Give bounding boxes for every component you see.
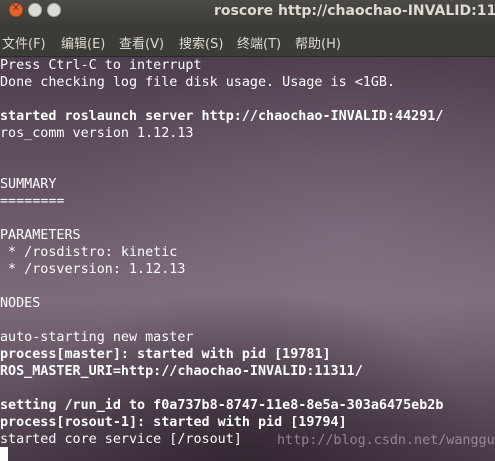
terminal-line: ========	[0, 194, 65, 209]
menu-edit[interactable]: 编辑(E)	[61, 33, 105, 52]
terminal-window: ✕ roscore http://chaochao-INVALID:11311/…	[0, 0, 495, 461]
terminal-line: * /rosversion: 1.12.13	[0, 262, 186, 277]
close-icon: ✕	[11, 3, 21, 14]
maximize-button[interactable]	[47, 3, 61, 17]
terminal-line: process[rosout-1]: started with pid [197…	[0, 415, 347, 430]
watermark: http://blog.csdn.net/wangguchao	[277, 433, 495, 448]
terminal-line: NODES	[0, 296, 41, 311]
title-bar[interactable]: ✕ roscore http://chaochao-INVALID:11311/	[0, 0, 495, 25]
menu-bar: 文件(F) 编辑(E) 查看(V) 搜索(S) 终端(T) 帮助(H)	[0, 25, 495, 57]
terminal-line: auto-starting new master	[0, 330, 194, 345]
terminal-line: SUMMARY	[0, 177, 57, 192]
terminal-line: Done checking log file disk usage. Usage…	[0, 75, 396, 90]
terminal-line: * /rosdistro: kinetic	[0, 245, 178, 260]
menu-help[interactable]: 帮助(H)	[295, 33, 341, 52]
terminal-line: started roslaunch server http://chaochao…	[0, 109, 444, 124]
terminal-line: ros_comm version 1.12.13	[0, 126, 194, 141]
terminal-line: started core service [/rosout]	[0, 432, 242, 447]
terminal-line: PARAMETERS	[0, 228, 81, 243]
terminal-line: process[master]: started with pid [19781…	[0, 347, 331, 362]
menu-view[interactable]: 查看(V)	[119, 33, 164, 52]
menu-file[interactable]: 文件(F)	[2, 33, 46, 52]
minimize-button[interactable]	[28, 3, 42, 17]
terminal-line: Press Ctrl-C to interrupt	[0, 58, 202, 73]
menu-search[interactable]: 搜索(S)	[179, 33, 223, 52]
menu-terminal[interactable]: 终端(T)	[237, 33, 281, 52]
close-button[interactable]: ✕	[9, 3, 23, 17]
terminal-output[interactable]: Press Ctrl-C to interrupt Done checking …	[0, 57, 495, 461]
terminal-line: ROS_MASTER_URI=http://chaochao-INVALID:1…	[0, 364, 363, 379]
window-title: roscore http://chaochao-INVALID:11311/	[214, 3, 495, 19]
terminal-cursor	[0, 447, 8, 461]
terminal-line: setting /run_id to f0a737b8-8747-11e8-8e…	[0, 398, 444, 413]
